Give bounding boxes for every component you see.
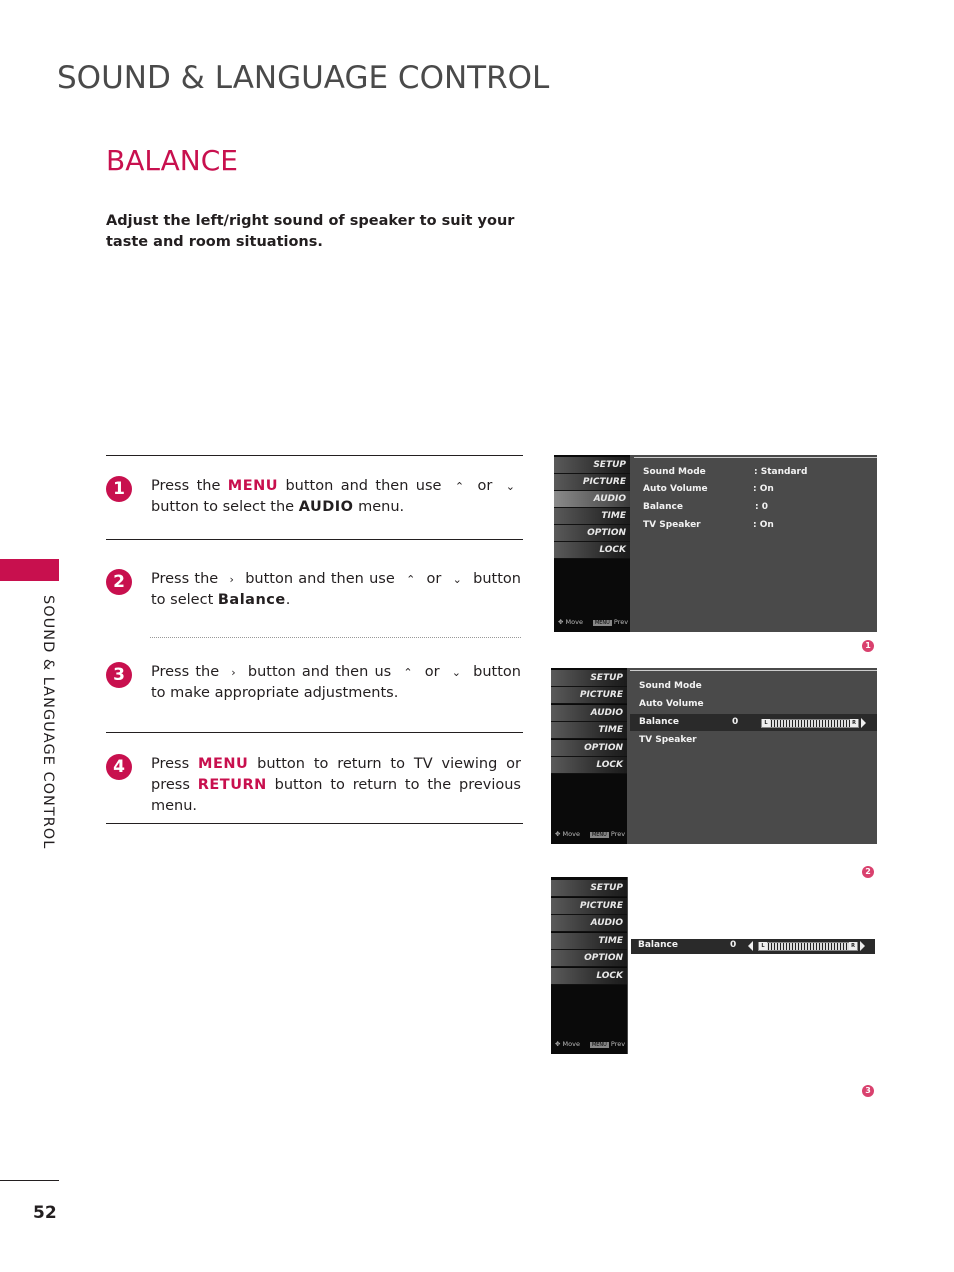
right-triangle-icon [861,718,866,728]
audio-key: AUDIO [298,499,354,515]
move-icon: ✥ [555,1040,563,1048]
osd-menu-time: TIME [551,722,627,739]
osd-menu-picture: PICTURE [551,898,627,915]
osd-menu-setup: SETUP [551,880,627,897]
step-text: Press the › button and then us ⌃ or ⌄ bu… [151,664,521,701]
osd-menu-option: OPTION [554,525,630,542]
osd-sidebar: SETUP PICTURE AUDIO TIME OPTION LOCK ✥ M… [551,877,627,1054]
osd-screen-audio-menu: SETUP PICTURE AUDIO TIME OPTION LOCK ✥ M… [554,455,877,632]
osd-menu-setup: SETUP [551,670,627,687]
move-icon: ✥ [558,618,566,626]
osd-menu-audio: AUDIO [554,491,630,508]
osd-menu-time: TIME [554,508,630,525]
divider [106,539,523,540]
down-arrow-icon: ⌄ [452,573,462,586]
divider [106,455,523,456]
menu-button-icon: MENU [589,832,609,838]
down-arrow-icon: ⌄ [505,480,515,493]
osd-row: Auto Volume [639,699,704,709]
side-section-label: SOUND & LANGUAGE CONTROL [40,595,56,850]
osd-row: Balance: 0 [643,502,768,512]
menu-key: MENU [198,756,249,772]
intro-text: Adjust the left/right sound of speaker t… [106,213,515,250]
osd-menu-audio: AUDIO [551,915,627,932]
osd-panel: Sound Mode Auto Volume Balance 0 L R TV … [630,670,877,844]
figure-number: 2 [862,866,874,878]
side-tab-marker [0,559,59,581]
osd-sidebar: SETUP PICTURE AUDIO TIME OPTION LOCK ✥ M… [551,668,627,844]
step-number: 2 [106,569,132,595]
osd-menu-lock: LOCK [551,757,627,774]
osd-footer: ✥ Move MENU Prev [555,830,626,838]
osd-menu-picture: PICTURE [554,474,630,491]
left-triangle-icon [748,941,753,951]
osd-footer: ✥ Move MENU Prev [555,1040,626,1048]
osd-menu-setup: SETUP [554,457,630,474]
down-arrow-icon: ⌄ [451,666,461,679]
footer-rule [0,1180,59,1181]
dotted-divider [150,637,521,638]
osd-menu-time: TIME [551,933,627,950]
osd-footer: ✥ Move MENU Prev [558,618,629,626]
divider [106,732,523,733]
osd-menu-picture: PICTURE [551,687,627,704]
menu-key: MENU [227,478,279,494]
step-text: Press the › button and then use ⌃ or ⌄ b… [151,571,521,608]
osd-menu-lock: LOCK [554,542,630,559]
step-number: 1 [106,476,132,502]
balance-key: Balance [217,592,286,608]
osd-menu-audio: AUDIO [551,705,627,722]
osd-panel: Sound Mode: Standard Auto Volume: On Bal… [634,457,877,632]
right-arrow-icon: › [231,666,236,679]
page-heading: BALANCE [106,144,238,177]
step-number: 3 [106,662,132,688]
osd-row: Sound Mode [639,681,702,691]
figure-number: 3 [862,1085,874,1097]
osd-row-selected: Balance 0 L R [630,714,877,731]
osd-balance-bar-row: Balance 0 L R [631,939,875,954]
right-triangle-icon [860,941,865,951]
section-title: SOUND & LANGUAGE CONTROL [57,60,550,96]
up-arrow-icon: ⌃ [454,480,465,493]
step-text: Press MENU button to return to TV viewin… [151,756,521,814]
step-text: Press the MENU button and then use ⌃ or … [151,476,521,518]
up-arrow-icon: ⌃ [403,666,413,679]
osd-screen-balance-adjust: SETUP PICTURE AUDIO TIME OPTION LOCK ✥ M… [551,877,628,1054]
osd-screen-balance-select: SETUP PICTURE AUDIO TIME OPTION LOCK ✥ M… [551,668,877,844]
right-arrow-icon: › [229,573,234,586]
osd-row: TV Speaker: On [643,520,774,530]
menu-button-icon: MENU [589,1042,609,1048]
move-icon: ✥ [555,830,563,838]
divider [106,823,523,824]
return-key: RETURN [197,777,267,793]
balance-slider: L R [758,942,858,951]
osd-menu-option: OPTION [551,740,627,757]
osd-menu-option: OPTION [551,950,627,967]
menu-button-icon: MENU [592,620,612,626]
osd-row: TV Speaker [639,735,697,745]
balance-slider: L R [761,719,859,728]
figure-number: 1 [862,640,874,652]
osd-row: Sound Mode: Standard [643,467,808,477]
osd-sidebar: SETUP PICTURE AUDIO TIME OPTION LOCK ✥ M… [554,455,630,632]
osd-row: Auto Volume: On [643,484,774,494]
osd-menu-lock: LOCK [551,968,627,985]
up-arrow-icon: ⌃ [406,573,416,586]
page-number: 52 [33,1203,57,1223]
step-number: 4 [106,754,132,780]
